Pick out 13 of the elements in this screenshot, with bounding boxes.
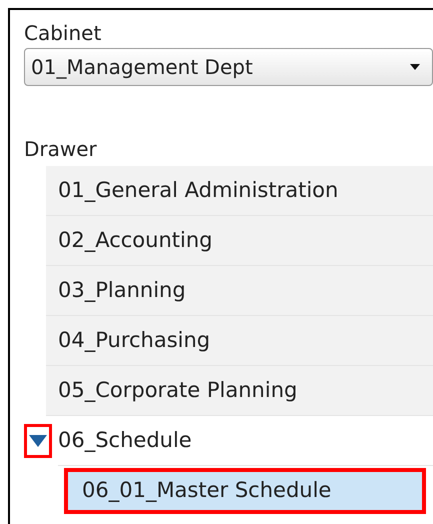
drawer-item[interactable]: 03_Planning bbox=[46, 266, 433, 316]
drawer-item[interactable]: 05_Corporate Planning bbox=[46, 366, 433, 416]
cabinet-label: Cabinet bbox=[24, 20, 102, 46]
drawer-label: Drawer bbox=[24, 136, 98, 162]
cabinet-select[interactable]: 01_Management Dept bbox=[24, 48, 433, 86]
select-value: 01_Management Dept bbox=[31, 54, 253, 81]
drawer-item[interactable]: 02_Accounting bbox=[46, 216, 433, 266]
expand-toggle[interactable] bbox=[24, 424, 52, 458]
drawer-item[interactable]: 04_Purchasing bbox=[46, 316, 433, 366]
down-triangle-icon bbox=[29, 435, 47, 447]
caret-icon bbox=[410, 64, 420, 70]
drawer-item[interactable]: 01_General Administration bbox=[46, 166, 433, 216]
drawer-subitem[interactable]: 06_01_Master Schedule bbox=[64, 468, 426, 514]
